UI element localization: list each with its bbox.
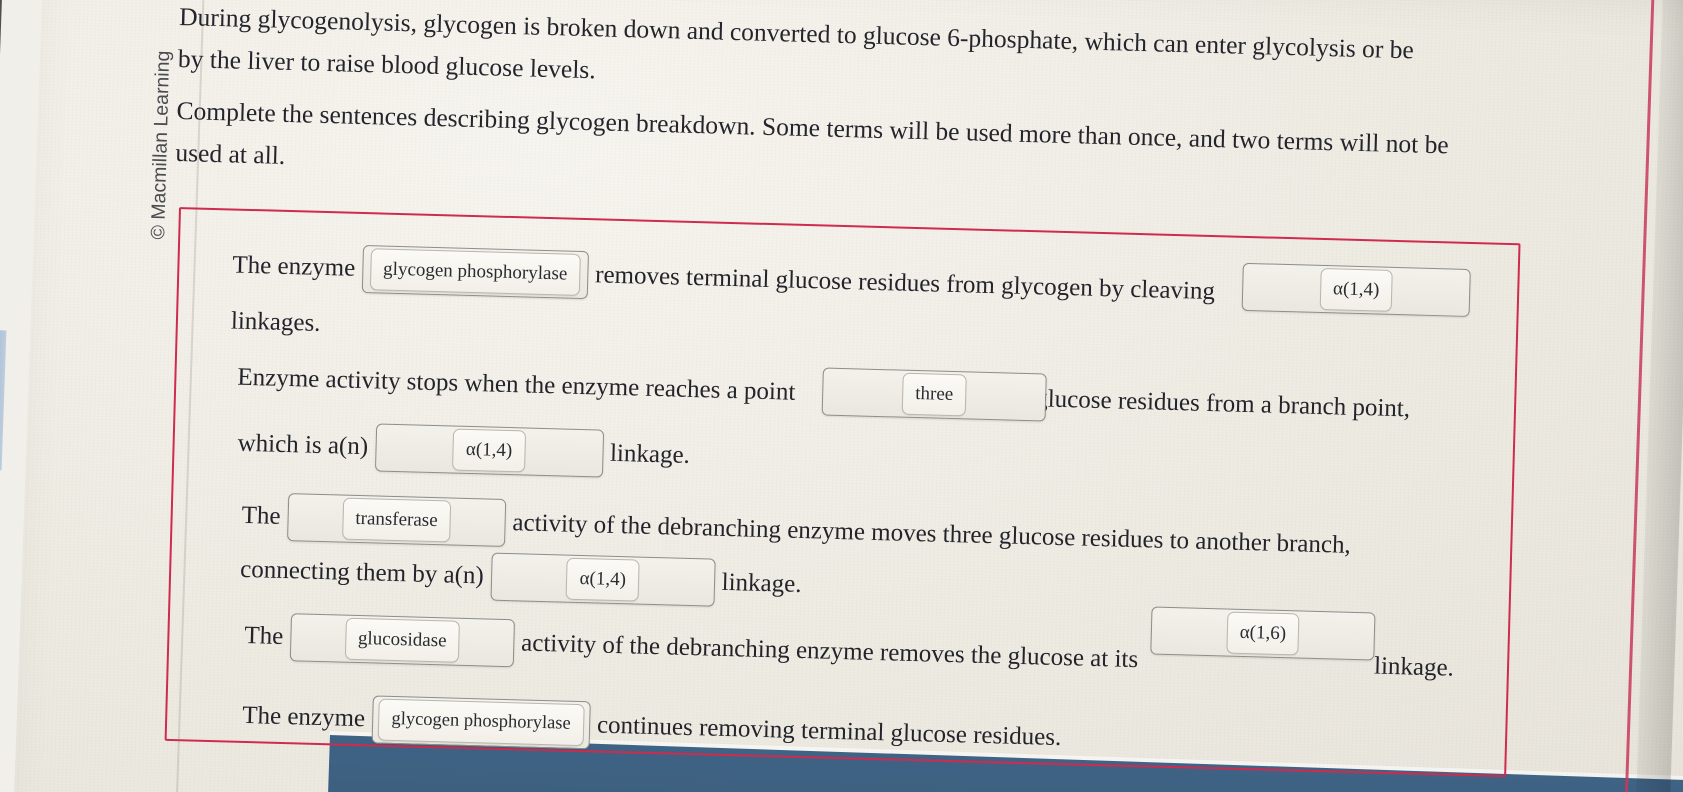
answer-chip-alpha-1-6[interactable]: α(1,6) (1226, 611, 1300, 656)
sentence-2-lead-text: Enzyme activity stops when the enzyme re… (237, 363, 796, 406)
answer-chip-three[interactable]: three (901, 372, 967, 417)
sentence-5-line-1: The enzyme glycogen phosphorylase contin… (238, 692, 1066, 762)
sentence-5-middle-text: continues removing terminal glucose resi… (596, 711, 1062, 751)
sentence-1-lead-text: The enzyme (232, 251, 356, 282)
dropzone-sentence-4-answer-2[interactable]: α(1,6) (1150, 606, 1376, 661)
sentence-4-tail-text: linkage. (1373, 652, 1455, 682)
answer-chip-alpha-1-4-a[interactable]: α(1,4) (1319, 267, 1393, 312)
photo-backdrop: © Macmillan Learning During glycogenolys… (0, 0, 1683, 792)
sentence-5-lead-text: The enzyme (241, 701, 366, 732)
answer-chip-glucosidase[interactable]: glucosidase (344, 617, 461, 663)
answer-chip-alpha-1-4-b[interactable]: α(1,4) (452, 428, 526, 473)
sentence-1-line-2: linkages. (227, 307, 325, 338)
sentence-1-line-1: The enzyme glycogen phosphorylase remove… (228, 241, 1220, 316)
sentence-3-lead2-text: connecting them by a(n) (239, 555, 485, 590)
sentence-2-line-2: which is a(n) α(1,4) linkage. (233, 420, 695, 480)
sentence-1-tail-text: linkages. (230, 307, 321, 337)
dropzone-sentence-1-answer-1[interactable]: glycogen phosphorylase (361, 245, 589, 300)
answer-chip-glycogen-phosphorylase-1[interactable]: glycogen phosphorylase (369, 248, 581, 296)
exercise-content: © Macmillan Learning During glycogenolys… (0, 0, 1683, 792)
dropzone-sentence-4-answer-1[interactable]: glucosidase (289, 613, 515, 668)
dropzone-sentence-2-answer-1[interactable]: three (821, 367, 1047, 422)
sentence-3-lead-text: The (241, 501, 281, 530)
sentence-2-lead2-text: which is a(n) (237, 429, 369, 460)
dropzone-sentence-2-answer-2[interactable]: α(1,4) (374, 423, 604, 478)
question-card-content: The enzyme glycogen phosphorylase remove… (180, 222, 1524, 778)
sentence-3-line-2: connecting them by a(n) α(1,4) linkage. (236, 546, 807, 609)
answer-chip-transferase[interactable]: transferase (341, 497, 452, 543)
copyright-watermark: © Macmillan Learning (147, 50, 175, 240)
dropzone-sentence-1-answer-2[interactable]: α(1,4) (1241, 262, 1471, 317)
sentence-3-middle-text: activity of the debranching enzyme moves… (512, 508, 1352, 559)
dropzone-sentence-3-answer-1[interactable]: transferase (286, 493, 507, 547)
dropzone-sentence-3-answer-2[interactable]: α(1,4) (490, 552, 716, 607)
dropzone-sentence-5-answer-1[interactable]: glycogen phosphorylase (371, 695, 591, 750)
sentence-4-middle-text: activity of the debranching enzyme remov… (520, 629, 1139, 673)
sentence-1-middle-text: removes terminal glucose residues from g… (594, 260, 1216, 305)
sentence-3-tail-text: linkage. (721, 568, 802, 598)
sentence-4-lead-text: The (244, 621, 284, 650)
answer-chip-glycogen-phosphorylase-2[interactable]: glycogen phosphorylase (377, 698, 585, 747)
sentence-2-middle-text: glucose residues from a branch point, (1034, 385, 1411, 423)
answer-chip-alpha-1-4-c[interactable]: α(1,4) (566, 557, 640, 602)
sentence-2-tail-text: linkage. (609, 439, 691, 469)
